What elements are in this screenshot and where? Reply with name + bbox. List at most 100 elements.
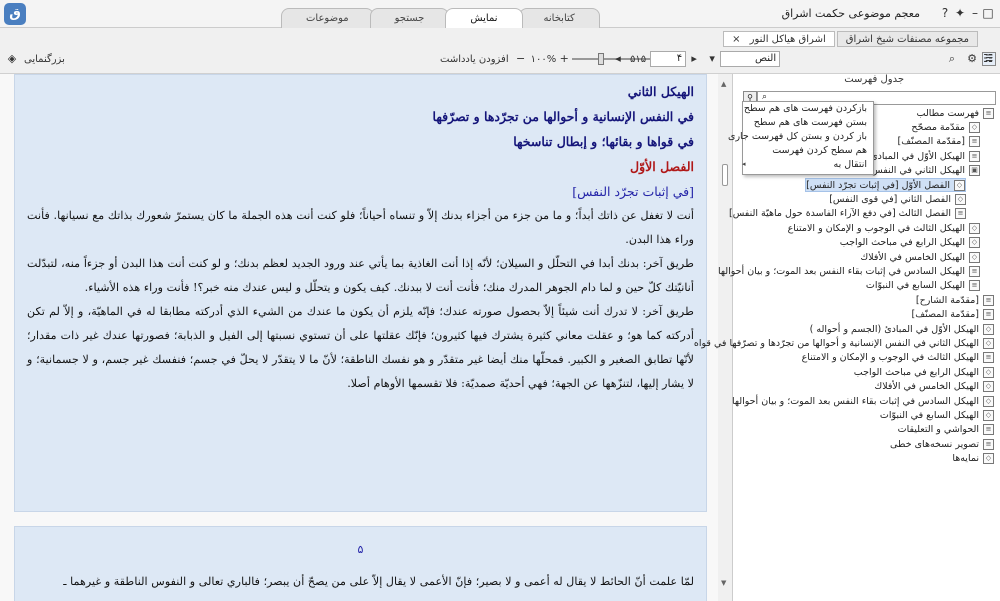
toc-item[interactable]: ≡ الفصل الثالث [في دفع الآراء الفاسدة حول… <box>729 207 966 221</box>
toc-item-label: الهيكل الأوّل في المبادئ (الجسم و أحواله… <box>809 323 979 335</box>
toc-item[interactable]: ≡ الهيكل السابع في النبوّات <box>866 279 980 293</box>
leaf-icon: ◇ <box>969 121 980 133</box>
toc-item[interactable]: ◇ الهيكل الرابع في مباحث الواجب <box>840 236 980 250</box>
toc-item[interactable]: ▣ الهيكل الثاني في النفس <box>871 164 980 178</box>
zoom-out-icon[interactable]: − <box>513 51 529 67</box>
toc-item[interactable]: ◇ الهيكل الخامس في الأفلاك <box>860 250 980 264</box>
paragraph: طريق آخر: لا تدرك أنت شيئاً إلاّ بحصول ص… <box>27 305 694 390</box>
page-icon: ≡ <box>983 424 994 436</box>
toc-item[interactable]: ◇ الفصل الثاني [في قوى النفس] <box>829 192 966 206</box>
close-tab-icon[interactable]: × <box>732 34 740 45</box>
toc-item[interactable]: ≡ [مقدّمة المصنّف] <box>912 308 994 322</box>
zoom-mode-label[interactable]: بزرگنمایی <box>24 54 65 65</box>
tab-library[interactable]: کتابخانه <box>518 8 600 28</box>
toc-item[interactable]: ◇ الهيكل الرابع في مباحث الواجب <box>854 365 994 379</box>
toc-item[interactable]: ◇ الهيكل السابع في النبوّات <box>880 408 994 422</box>
add-note-button[interactable]: افزودن یادداشت <box>440 54 509 65</box>
zoom-percent: ۱۰۰% <box>530 53 557 65</box>
pin-icon[interactable]: ✦ <box>953 6 967 20</box>
prev-page-icon[interactable]: ◂ <box>610 51 626 67</box>
heading-subtitle-1: في النفس الإنسانية و أحوالها من تجرّدها … <box>432 109 694 124</box>
main-tabs: کتابخانه نمایش جستجو موضوعات <box>281 8 600 28</box>
tab-topics[interactable]: موضوعات <box>281 8 374 28</box>
page-total: ۵۱۵ <box>630 53 647 65</box>
toc-item[interactable]: ≡ [مقدّمة الشارح] <box>916 293 994 307</box>
toc-item-label: الهيكل الأوّل في المبادئ <box>870 150 965 162</box>
toc-item-label: نمایه‌ها <box>952 453 979 465</box>
toc-item[interactable]: ◇ الهيكل الأوّل في المبادئ (الجسم و أحوال… <box>810 322 994 336</box>
sidebar-title: جدول فهرست <box>844 74 904 85</box>
toc-item[interactable]: ◇ الهيكل الثالث في الوجوب و الإمكان و الا… <box>788 221 980 235</box>
menu-item-expand-siblings[interactable]: بازکردن فهرست های هم سطح <box>743 102 873 116</box>
maximize-icon[interactable]: □ <box>981 6 995 20</box>
search-icon[interactable]: ⌕ <box>944 51 960 67</box>
document-tabs: مجموعه مصنفات شیخ اشراق اشراق هیاکل النو… <box>723 31 978 47</box>
leaf-icon: ◇ <box>983 323 994 335</box>
leaf-icon: ◇ <box>969 251 980 263</box>
toc-item[interactable]: ◇ الهيكل السادس في إثبات بقاء النفس بعد ا… <box>732 394 994 408</box>
scroll-up-icon[interactable]: ▲ <box>721 80 726 88</box>
page-icon: ≡ <box>969 136 980 148</box>
reader-pane[interactable]: الهيكل الثاني في النفس الإنسانية و أحوال… <box>0 74 733 601</box>
page-icon: ≡ <box>955 208 966 220</box>
menu-item-toggle-all[interactable]: باز کردن و بستن کل فهرست جاری <box>728 130 873 144</box>
menu-item-level[interactable]: هم سطح کردن فهرست <box>743 144 873 158</box>
toc-item-label: الهيكل الثاني في النفس الإنسانية و أحوال… <box>693 337 979 349</box>
toc-item-label: الهيكل الخامس في الأفلاك <box>860 251 965 263</box>
page-4: الهيكل الثاني في النفس الإنسانية و أحوال… <box>14 74 707 512</box>
toc-tree: ≡ فهرست مطالب ◇ مقدّمة مصحّح ≡ [مقدّمة المصنّ… <box>694 106 1000 601</box>
toc-item[interactable]: ◇ الفصل الأوّل [في إثبات تجرّد النفس] <box>805 178 966 192</box>
leaf-icon: ◇ <box>983 381 994 393</box>
toc-item[interactable]: ◇ الهيكل الخامس في الأفلاك <box>874 380 994 394</box>
toc-item-label: الفصل الثالث [في دفع الآراء الفاسدة حول … <box>728 208 951 220</box>
zoom-in-icon[interactable]: + <box>556 51 572 67</box>
layers-icon[interactable]: ◈ <box>4 51 20 67</box>
toc-item[interactable]: ◇ الهيكل الثاني في النفس الإنسانية و أحوا… <box>694 336 994 350</box>
paragraph: أنت لا تغفل عن ذاتك أبداً؛ و ما من جزء م… <box>27 209 694 246</box>
gear-icon[interactable]: ⚙ <box>964 51 980 67</box>
page-icon: ≡ <box>969 150 980 162</box>
toc-item-label: [مقدّمة المصنّف] <box>897 136 965 148</box>
toc-item[interactable]: ◇ مقدّمة مصحّح <box>911 120 980 134</box>
toc-item[interactable]: ◇ نمایه‌ها <box>952 452 994 466</box>
toc-item[interactable]: ≡ الهيكل الأوّل في المبادئ <box>870 149 980 163</box>
toc-item-label: الهيكل الخامس في الأفلاك <box>874 381 979 393</box>
window-title: معجم موضوعی حکمت اشراق <box>781 7 920 20</box>
doc-tab-collection[interactable]: مجموعه مصنفات شیخ اشراق <box>836 31 978 47</box>
toc-item[interactable]: ≡ تصویر نسخه‌های خطی <box>890 437 994 451</box>
toc-item-label: الهيكل الرابع في مباحث الواجب <box>853 366 979 378</box>
toc-item-label: الهيكل السابع في النبوّات <box>865 280 965 292</box>
menu-item-move-to[interactable]: انتقال به <box>743 158 873 172</box>
scroll-thumb[interactable] <box>722 164 728 186</box>
toc-item[interactable]: ≡ فهرست مطالب <box>917 106 994 120</box>
scroll-down-icon[interactable]: ▼ <box>721 579 726 587</box>
help-icon[interactable]: ? <box>938 6 952 20</box>
toc-item[interactable]: ≡ [مقدّمة المصنّف] <box>898 135 980 149</box>
slider-knob[interactable] <box>598 53 605 65</box>
menu-item-collapse-siblings[interactable]: بستن فهرست های هم سطح <box>743 116 873 130</box>
view-dropdown-arrow-icon[interactable]: ▾ <box>704 51 720 67</box>
toc-item-label: تصویر نسخه‌های خطی <box>890 438 979 450</box>
view-mode-select[interactable]: النص <box>720 51 781 67</box>
toc-item-label: الهيكل الثالث في الوجوب و الإمكان و الام… <box>801 352 979 364</box>
toc-item-label: الهيكل الثالث في الوجوب و الإمكان و الام… <box>787 222 965 234</box>
next-page-icon[interactable]: ▸ <box>686 51 702 67</box>
toc-item[interactable]: ≡ الهيكل الثالث في الوجوب و الإمكان و الا… <box>802 351 994 365</box>
tab-display[interactable]: نمایش <box>445 8 523 28</box>
toc-item[interactable]: ≡ الهيكل السادس في إثبات بقاء النفس بعد ا… <box>718 264 980 278</box>
toc-item-label: الفصل الأوّل [في إثبات تجرّد النفس] <box>806 179 950 191</box>
leaf-icon: ◇ <box>983 366 994 378</box>
leaf-icon: ◇ <box>983 453 994 465</box>
submenu-arrow-icon: ◂ <box>742 160 746 168</box>
toc-item[interactable]: ≡ الحواشي و التعليقات <box>898 423 994 437</box>
toc-item-label: الحواشي و التعليقات <box>897 424 979 436</box>
doc-tab-haykal[interactable]: اشراق هیاکل النور × <box>723 31 835 47</box>
list-icon[interactable]: ☷ <box>980 51 996 67</box>
page-input[interactable]: ۴ <box>650 51 687 67</box>
minimize-icon[interactable]: – <box>968 6 982 20</box>
toc-item-label: الهيكل السابع في النبوّات <box>879 409 979 421</box>
heading-section: الفصل الأوّل <box>630 159 694 174</box>
tab-search[interactable]: جستجو <box>369 8 450 28</box>
page-navigation: ◂ ۵۱۵ ۴ ▸ ▾ النص <box>610 50 781 68</box>
toc-item-label: [مقدّمة المصنّف] <box>911 309 979 321</box>
